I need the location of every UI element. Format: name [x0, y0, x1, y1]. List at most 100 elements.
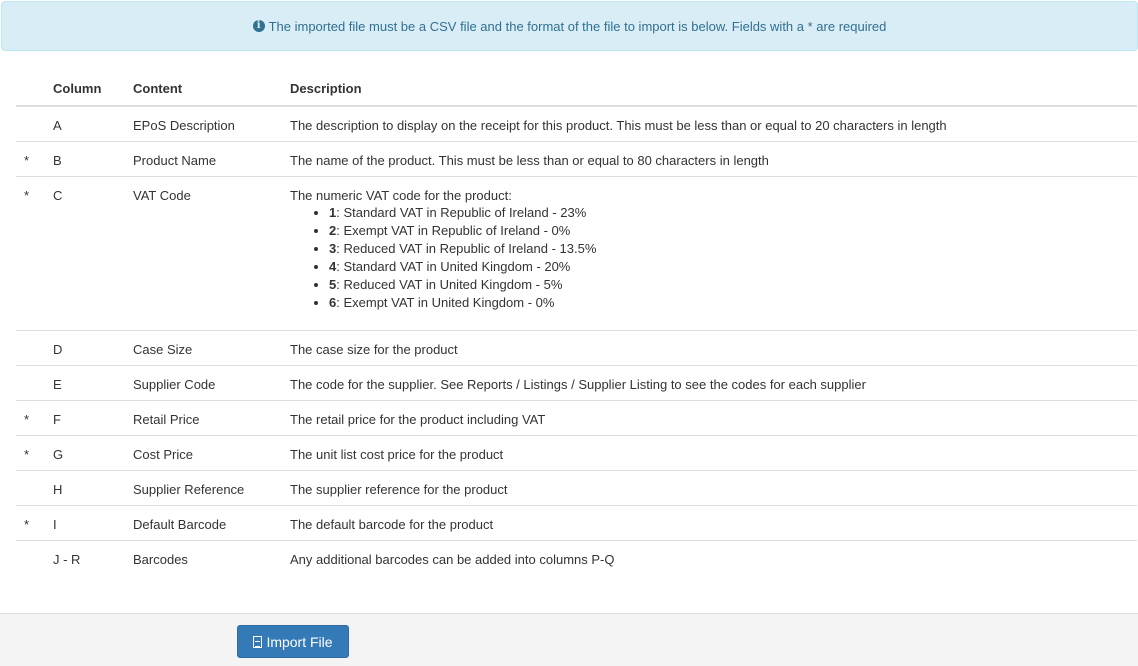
content-name-text: Retail Price — [133, 412, 200, 427]
header-content: Content — [133, 71, 290, 107]
column-letter-text: E — [53, 377, 62, 392]
description-text: The retail price for the product includi… — [290, 412, 546, 427]
required-marker — [16, 365, 53, 401]
header-required — [16, 71, 53, 107]
required-marker: * — [16, 176, 53, 331]
column-letter-text: I — [53, 517, 57, 532]
import-file-button[interactable]: Import File — [237, 625, 349, 658]
column-letter: C — [53, 176, 133, 331]
table-row: * G Cost Price The unit list cost price for… — [16, 435, 1137, 471]
description: The supplier reference for the product — [290, 470, 1137, 506]
content-name: Default Barcode — [133, 505, 290, 541]
column-letter: A — [53, 106, 133, 142]
description-text: The name of the product. This must be le… — [290, 153, 769, 168]
footer-bar: Import File — [0, 613, 1138, 666]
description-text: The unit list cost price for the product — [290, 447, 504, 462]
content-name: Barcodes — [133, 540, 290, 575]
content-name-text: Supplier Code — [133, 377, 216, 392]
info-circle-icon: i — [252, 20, 265, 32]
required-marker — [16, 330, 53, 366]
table-row: A EPoS Description The description to disp… — [16, 106, 1137, 142]
description: The name of the product. This must be le… — [290, 141, 1137, 177]
vat-code-item: 6: Exempt VAT in United Kingdom - 0% — [329, 294, 1137, 312]
content-name-text: VAT Code — [133, 188, 191, 203]
description-text: The description to display on the receip… — [290, 118, 947, 133]
required-marker — [16, 540, 53, 575]
column-letter: B — [53, 141, 133, 177]
alert-text: The imported file must be a CSV file and… — [268, 18, 887, 34]
content-name: Product Name — [133, 141, 290, 177]
vat-code-item: 5: Reduced VAT in United Kingdom - 5% — [329, 276, 1137, 294]
column-letter-text: J - R — [53, 552, 81, 567]
table-row: J - R Barcodes Any additional barcodes can… — [16, 540, 1137, 575]
description: The numeric VAT code for the product:1: … — [290, 176, 1137, 331]
content-name: Retail Price — [133, 400, 290, 436]
vat-code-text: : Standard VAT in Republic of Ireland - … — [336, 205, 587, 220]
column-letter-text: F — [53, 412, 61, 427]
vat-code-text: : Reduced VAT in United Kingdom - 5% — [336, 277, 563, 292]
column-letter-text: G — [53, 447, 64, 462]
required-marker-text: * — [24, 447, 30, 462]
description-text: The code for the supplier. See Reports /… — [290, 377, 866, 392]
description: The retail price for the product includi… — [290, 400, 1137, 436]
column-letter: D — [53, 330, 133, 366]
column-letter: G — [53, 435, 133, 471]
vat-code-item: 1: Standard VAT in Republic of Ireland -… — [329, 204, 1137, 222]
column-letter: I — [53, 505, 133, 541]
description-text: The numeric VAT code for the product: — [290, 188, 512, 203]
table-row: D Case Size The case size for the product — [16, 330, 1137, 366]
content-name-text: Supplier Reference — [133, 482, 245, 497]
file-text-icon — [253, 635, 263, 648]
description: Any additional barcodes can be added int… — [290, 540, 1137, 575]
description: The case size for the product — [290, 330, 1137, 366]
column-letter-text: B — [53, 153, 62, 168]
description: The description to display on the receip… — [290, 106, 1137, 142]
content-name: Case Size — [133, 330, 290, 366]
vat-code-item: 3: Reduced VAT in Republic of Ireland - … — [329, 240, 1137, 258]
description-text: The case size for the product — [290, 342, 458, 357]
info-alert: i The imported file must be a CSV file a… — [1, 1, 1138, 51]
column-letter-text: D — [53, 342, 63, 357]
content-name-text: Cost Price — [133, 447, 193, 462]
description: The code for the supplier. See Reports /… — [290, 365, 1137, 401]
table-row: * C VAT Code The numeric VAT code for the p… — [16, 176, 1137, 331]
content-name: Supplier Code — [133, 365, 290, 401]
vat-code-text: : Exempt VAT in United Kingdom - 0% — [336, 295, 555, 310]
import-file-label: Import File — [266, 633, 333, 650]
column-letter-text: A — [53, 118, 62, 133]
column-letter: E — [53, 365, 133, 401]
column-letter: H — [53, 470, 133, 506]
vat-code-text: : Exempt VAT in Republic of Ireland - 0% — [336, 223, 571, 238]
content-name: Supplier Reference — [133, 470, 290, 506]
required-marker-text: * — [24, 188, 30, 203]
description: The unit list cost price for the product — [290, 435, 1137, 471]
content-name-text: Default Barcode — [133, 517, 227, 532]
required-marker: * — [16, 435, 53, 471]
header-description: Description — [290, 71, 1137, 107]
required-marker: * — [16, 400, 53, 436]
required-marker: * — [16, 141, 53, 177]
description: The default barcode for the product — [290, 505, 1137, 541]
table-row: E Supplier Code The code for the supplier.… — [16, 365, 1137, 401]
required-marker-text: * — [24, 412, 30, 427]
content-name-text: EPoS Description — [133, 118, 235, 133]
column-letter: F — [53, 400, 133, 436]
description-text: Any additional barcodes can be added int… — [290, 552, 615, 567]
header-column: Column — [53, 71, 133, 107]
table-row: H Supplier Reference The supplier referenc… — [16, 470, 1137, 506]
required-marker-text: * — [24, 153, 30, 168]
content-name-text: Barcodes — [133, 552, 188, 567]
column-letter-text: C — [53, 188, 63, 203]
required-marker — [16, 470, 53, 506]
table-row: * F Retail Price The retail price for the p… — [16, 400, 1137, 436]
content-name: Cost Price — [133, 435, 290, 471]
column-letter: J - R — [53, 540, 133, 575]
vat-code-text: : Reduced VAT in Republic of Ireland - 1… — [336, 241, 597, 256]
table-header: Column Content Description — [16, 71, 1137, 107]
content-name: EPoS Description — [133, 106, 290, 142]
vat-code-item: 4: Standard VAT in United Kingdom - 20% — [329, 258, 1137, 276]
description-text: The default barcode for the product — [290, 517, 494, 532]
table-row: * B Product Name The name of the product. T… — [16, 141, 1137, 177]
content-name: VAT Code — [133, 176, 290, 331]
vat-code-text: : Standard VAT in United Kingdom - 20% — [336, 259, 571, 274]
